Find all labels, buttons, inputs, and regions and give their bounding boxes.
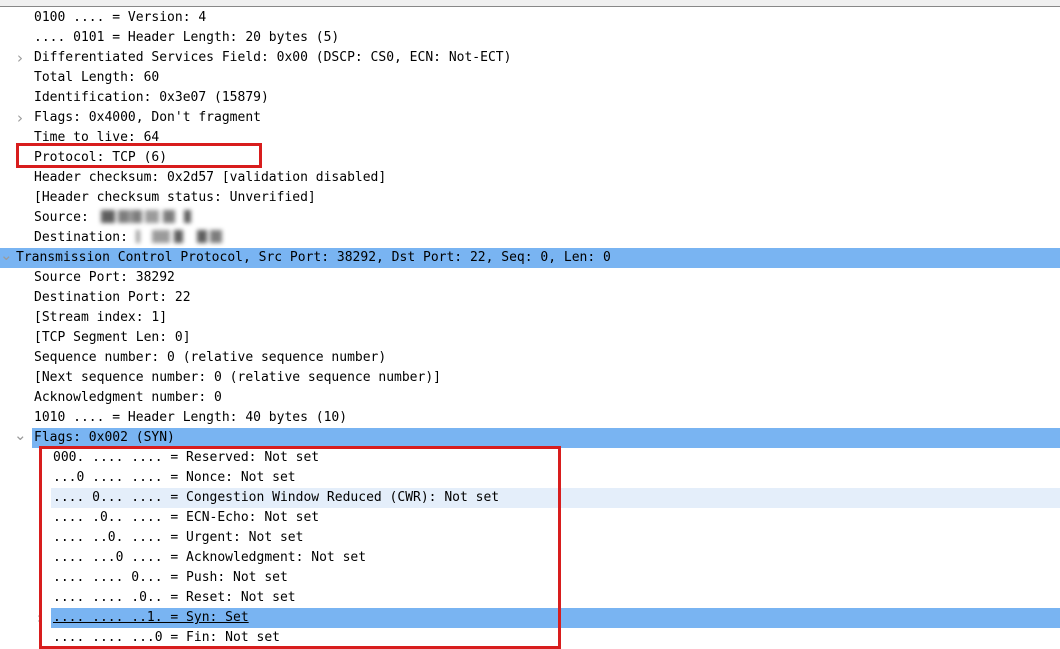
tree-row-label: .... .... ...0 = Fin: Not set [53,630,280,645]
tree-row-label: Identification: 0x3e07 (15879) [34,90,269,105]
tree-row-label-text: Source: [34,210,89,225]
tree-row-label: Protocol: TCP (6) [34,150,168,165]
tree-row-ipv4-source[interactable]: Source: [0,208,1060,228]
tree-row-tcp-flags[interactable]: Flags: 0x002 (SYN) [0,428,1060,448]
tree-row-label: .... .... .0.. = Reset: Not set [53,590,296,605]
tree-row-label: Destination: [34,228,260,248]
tree-row-ipv4-header-length[interactable]: .... 0101 = Header Length: 20 bytes (5) [0,28,1060,48]
tree-row-label: [Stream index: 1] [34,310,168,325]
tree-row-label: .... 0101 = Header Length: 20 bytes (5) [34,30,340,45]
tree-row-label: Source Port: 38292 [34,270,175,285]
tree-row-label: 0100 .... = Version: 4 [34,10,207,25]
tree-row-ipv4-flags[interactable]: Flags: 0x4000, Don't fragment [0,108,1060,128]
tree-row-flag-acknowledgment[interactable]: .... ...0 .... = Acknowledgment: Not set [0,548,1060,568]
tree-row-flag-ecn-echo[interactable]: .... .0.. .... = ECN-Echo: Not set [0,508,1060,528]
tree-row-flag-reserved[interactable]: 000. .... .... = Reserved: Not set [0,448,1060,468]
tree-row-label: .... .... 0... = Push: Not set [53,570,288,585]
chevron-down-icon[interactable] [14,428,26,448]
tree-row-ipv4-total-length[interactable]: Total Length: 60 [0,68,1060,88]
tree-row-label: Sequence number: 0 (relative sequence nu… [34,350,387,365]
tree-row-label: [Header checksum status: Unverified] [34,190,316,205]
chevron-down-icon[interactable] [0,248,12,268]
packet-detail-tree[interactable]: 0100 .... = Version: 4 .... 0101 = Heade… [0,8,1060,648]
tree-row-label: Differentiated Services Field: 0x00 (DSC… [34,50,512,65]
tree-row-label: [TCP Segment Len: 0] [34,330,191,345]
tree-row-label: Source: [34,208,219,228]
chevron-right-icon[interactable] [14,48,26,68]
tree-row-label: Transmission Control Protocol, Src Port:… [16,250,611,265]
tree-row-ipv4-ttl[interactable]: Time to live: 64 [0,128,1060,148]
tree-row-tcp-segment-len[interactable]: [TCP Segment Len: 0] [0,328,1060,348]
tree-row-flag-urgent[interactable]: .... ..0. .... = Urgent: Not set [0,528,1060,548]
tree-row-label: ...0 .... .... = Nonce: Not set [53,470,296,485]
tree-row-flag-push[interactable]: .... .... 0... = Push: Not set [0,568,1060,588]
tree-row-flag-cwr[interactable]: .... 0... .... = Congestion Window Reduc… [0,488,1060,508]
tree-row-tcp-source-port[interactable]: Source Port: 38292 [0,268,1060,288]
tree-row-tcp-header-length[interactable]: 1010 .... = Header Length: 40 bytes (10) [0,408,1060,428]
tree-row-label: [Next sequence number: 0 (relative seque… [34,370,441,385]
redacted-destination-address [135,230,260,243]
tree-row-flag-fin[interactable]: .... .... ...0 = Fin: Not set [0,628,1060,648]
tree-row-ipv4-header-checksum-status[interactable]: [Header checksum status: Unverified] [0,188,1060,208]
tree-row-tcp-sequence-number[interactable]: Sequence number: 0 (relative sequence nu… [0,348,1060,368]
chevron-right-icon[interactable] [14,108,26,128]
tree-row-label: Destination Port: 22 [34,290,191,305]
tree-row-label: Acknowledgment number: 0 [34,390,222,405]
tree-row-label: .... .0.. .... = ECN-Echo: Not set [53,510,320,525]
tree-row-label: Flags: 0x002 (SYN) [34,430,175,445]
tree-row-label: .... ..0. .... = Urgent: Not set [53,530,304,545]
tree-row-label-text: Destination: [34,230,128,245]
tree-row-tcp-protocol[interactable]: Transmission Control Protocol, Src Port:… [0,248,1060,268]
tree-row-tcp-destination-port[interactable]: Destination Port: 22 [0,288,1060,308]
tree-row-label: Flags: 0x4000, Don't fragment [34,110,261,125]
tree-row-label: Header checksum: 0x2d57 [validation disa… [34,170,387,185]
tree-row-ipv4-destination[interactable]: Destination: [0,228,1060,248]
tree-row-tcp-stream-index[interactable]: [Stream index: 1] [0,308,1060,328]
tree-row-label: .... .... ..1. = Syn: Set [53,610,249,625]
tree-row-ipv4-dsfield[interactable]: Differentiated Services Field: 0x00 (DSC… [0,48,1060,68]
tree-row-label: Total Length: 60 [34,70,160,85]
tree-row-flag-syn[interactable]: .... .... ..1. = Syn: Set [0,608,1060,628]
tree-row-label: 000. .... .... = Reserved: Not set [53,450,320,465]
tree-row-label: Time to live: 64 [34,130,160,145]
tree-row-ipv4-version[interactable]: 0100 .... = Version: 4 [0,8,1060,28]
tree-row-flag-nonce[interactable]: ...0 .... .... = Nonce: Not set [0,468,1060,488]
tree-row-tcp-next-sequence-number[interactable]: [Next sequence number: 0 (relative seque… [0,368,1060,388]
tree-row-ipv4-header-checksum[interactable]: Header checksum: 0x2d57 [validation disa… [0,168,1060,188]
tree-row-label: .... ...0 .... = Acknowledgment: Not set [53,550,367,565]
tree-row-tcp-acknowledgment-number[interactable]: Acknowledgment number: 0 [0,388,1060,408]
tree-row-label: .... 0... .... = Congestion Window Reduc… [53,490,500,505]
tree-row-label: 1010 .... = Header Length: 40 bytes (10) [34,410,348,425]
redacted-source-address [96,210,219,223]
tree-row-flag-reset[interactable]: .... .... .0.. = Reset: Not set [0,588,1060,608]
chevron-right-icon[interactable] [34,608,46,628]
top-splitter-strip [0,0,1060,7]
tree-row-ipv4-protocol[interactable]: Protocol: TCP (6) [0,148,1060,168]
tree-row-ipv4-identification[interactable]: Identification: 0x3e07 (15879) [0,88,1060,108]
